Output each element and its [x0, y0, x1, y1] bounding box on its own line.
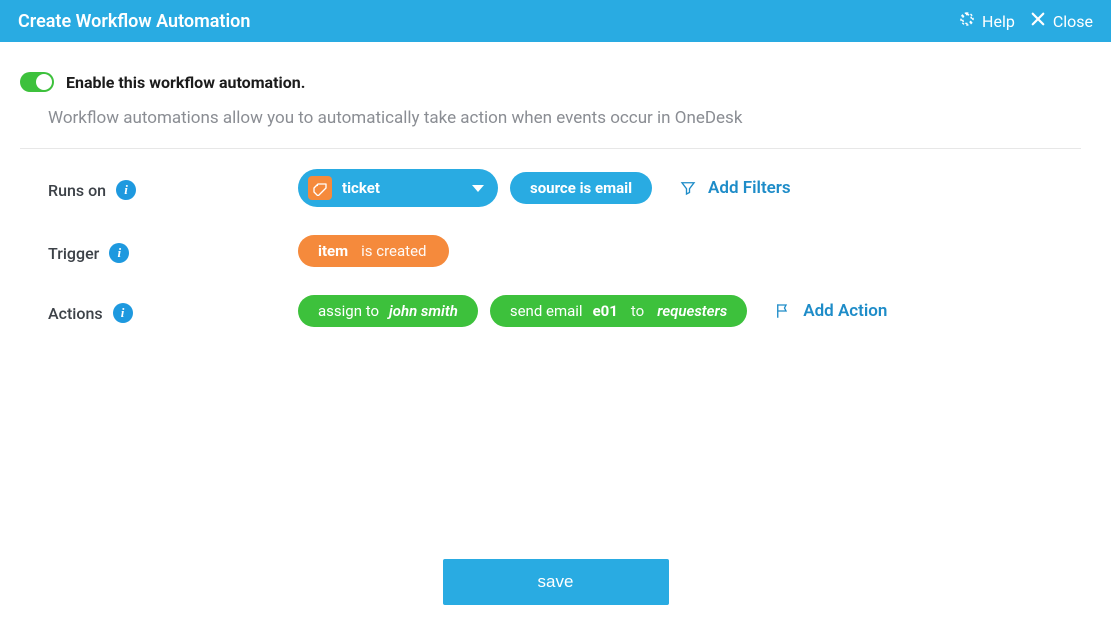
actions-label-cell: Actions i — [48, 295, 298, 327]
type-dropdown[interactable]: ticket — [298, 169, 498, 207]
chevron-down-icon — [472, 185, 484, 192]
add-action-label: Add Action — [803, 301, 887, 321]
actions-label: Actions — [48, 304, 103, 323]
trigger-label-cell: Trigger i — [48, 235, 298, 267]
save-button[interactable]: save — [443, 559, 669, 605]
config-grid: Runs on i ticket source is email — [48, 169, 1081, 327]
action-target: john smith — [389, 302, 458, 320]
filter-text: source is email — [530, 179, 632, 197]
runs-on-label-cell: Runs on i — [48, 169, 298, 207]
action-verb: assign to — [318, 302, 379, 320]
close-label: Close — [1053, 12, 1093, 31]
flag-icon — [773, 301, 793, 321]
type-value: ticket — [342, 179, 380, 197]
help-label: Help — [982, 12, 1015, 31]
filter-icon — [678, 178, 698, 198]
info-icon[interactable]: i — [109, 243, 129, 263]
close-button[interactable]: Close — [1029, 10, 1093, 32]
divider — [20, 148, 1081, 149]
info-icon[interactable]: i — [116, 180, 136, 200]
action-pill[interactable]: assign to john smith — [298, 295, 478, 327]
enable-row: Enable this workflow automation. — [20, 72, 1081, 92]
close-icon — [1029, 10, 1047, 32]
modal-footer: save — [0, 559, 1111, 605]
runs-on-label: Runs on — [48, 181, 106, 200]
enable-label: Enable this workflow automation. — [66, 73, 305, 92]
trigger-pill[interactable]: item is created — [298, 235, 449, 267]
add-action-button[interactable]: Add Action — [773, 301, 887, 321]
action-target: requesters — [657, 302, 727, 320]
filter-pill[interactable]: source is email — [510, 172, 652, 204]
enable-toggle[interactable] — [20, 72, 54, 92]
help-icon — [958, 10, 976, 32]
info-icon[interactable]: i — [113, 303, 133, 323]
runs-on-values: ticket source is email Add Filters — [298, 169, 1081, 207]
help-button[interactable]: Help — [958, 10, 1015, 32]
description-text: Workflow automations allow you to automa… — [48, 108, 1081, 128]
trigger-predicate: is created — [361, 242, 426, 260]
action-verb: send email — [510, 302, 583, 320]
action-pill[interactable]: send email e01 to requesters — [490, 295, 747, 327]
modal-body: Enable this workflow automation. Workflo… — [0, 42, 1111, 327]
trigger-values: item is created — [298, 235, 1081, 267]
header-actions: Help Close — [958, 10, 1093, 32]
actions-values: assign to john smith send email e01 to r… — [298, 295, 1081, 327]
action-connector: to — [631, 302, 644, 320]
trigger-label: Trigger — [48, 244, 99, 263]
trigger-subject: item — [318, 242, 348, 260]
add-filters-button[interactable]: Add Filters — [678, 178, 791, 198]
modal-header: Create Workflow Automation Help Close — [0, 0, 1111, 42]
ticket-icon — [308, 176, 332, 200]
modal-title: Create Workflow Automation — [18, 11, 250, 32]
action-param: e01 — [593, 302, 618, 320]
add-filters-label: Add Filters — [708, 178, 791, 198]
